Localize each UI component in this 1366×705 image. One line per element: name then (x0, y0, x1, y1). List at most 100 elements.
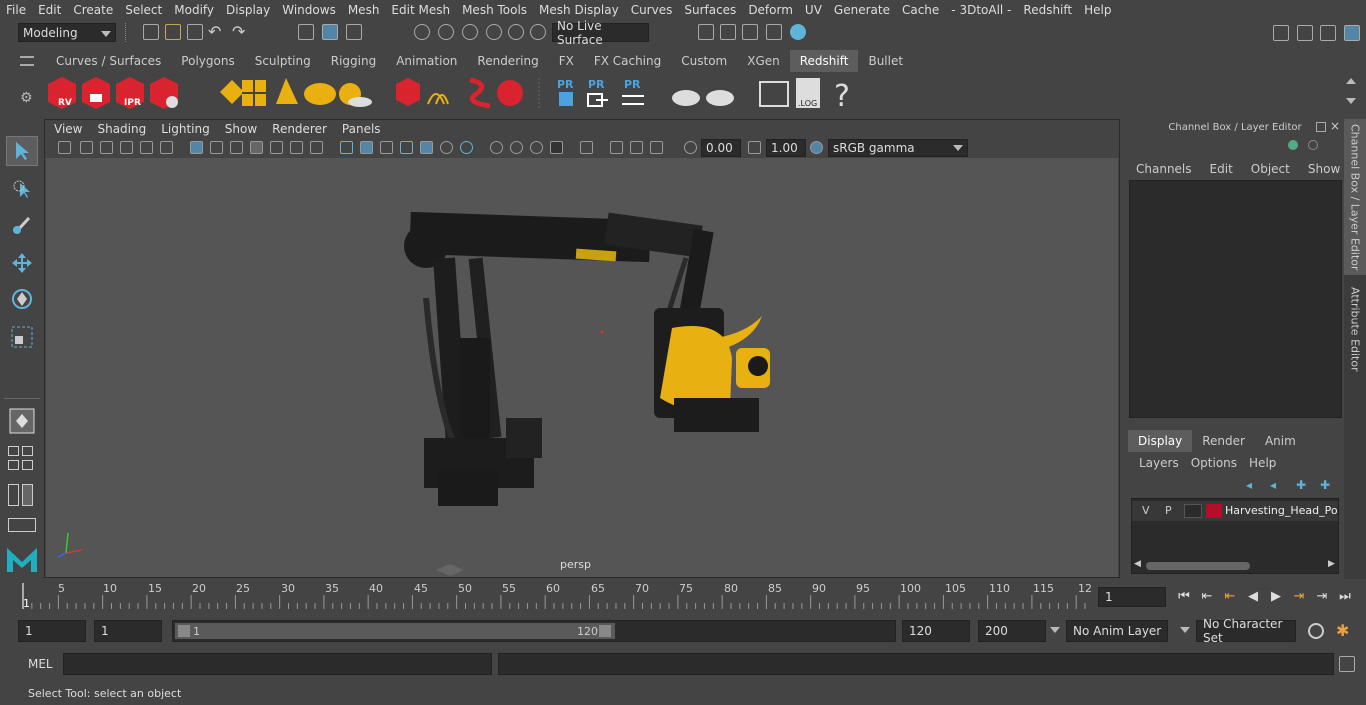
redshift-spot-light-icon[interactable] (276, 78, 298, 104)
rotate-tool-icon[interactable] (6, 284, 38, 314)
layer-color-swatch[interactable] (1206, 504, 1222, 518)
panel-menu-shading[interactable]: Shading (89, 122, 153, 136)
xray-icon[interactable] (580, 141, 593, 154)
tab-channel-box-layer-editor[interactable]: Channel Box / Layer Editor (1344, 119, 1366, 275)
resolution-gate-icon[interactable] (230, 141, 243, 154)
menu-curves[interactable]: Curves (625, 3, 679, 17)
panel-menu-renderer[interactable]: Renderer (264, 122, 334, 136)
start-time-field[interactable]: 1 (18, 620, 86, 642)
redshift-log-icon[interactable]: .LOG (796, 78, 820, 108)
snap-view-icon[interactable] (486, 24, 502, 40)
save-scene-icon[interactable] (187, 24, 203, 40)
redshift-proxy-box-icon[interactable] (220, 80, 244, 104)
redshift-ipr-icon[interactable]: IPR (116, 77, 144, 109)
chevron-down-icon[interactable] (1180, 627, 1190, 633)
animation-preferences-icon[interactable]: ✱ (1336, 621, 1349, 640)
grid-icon[interactable] (190, 141, 203, 154)
play-forwards-icon[interactable]: ▶ (1268, 588, 1284, 604)
paint-select-tool-icon[interactable] (6, 210, 38, 240)
current-time-indicator[interactable] (22, 583, 24, 609)
redshift-proxy-swap-icon[interactable]: PR (622, 78, 644, 105)
tab-bullet[interactable]: Bullet (858, 50, 913, 72)
scale-tool-icon[interactable] (6, 322, 38, 352)
layer-type-toggle[interactable] (1184, 504, 1202, 518)
tab-redshift[interactable]: Redshift (789, 50, 859, 72)
tab-animation[interactable]: Animation (386, 50, 467, 72)
redshift-render-view-icon[interactable]: RV (48, 77, 76, 109)
auto-key-icon[interactable] (1308, 623, 1324, 639)
edit-menu[interactable]: Edit (1210, 162, 1233, 176)
tab-custom[interactable]: Custom (671, 50, 737, 72)
safe-action-icon[interactable] (290, 141, 303, 154)
panel-menu-show[interactable]: Show (217, 122, 264, 136)
step-back-key-icon[interactable]: ⇤ (1222, 588, 1238, 604)
viewport-3d[interactable]: persp (46, 158, 1118, 577)
tab-sculpting[interactable]: Sculpting (245, 50, 321, 72)
view-cube-icon[interactable] (436, 564, 464, 576)
step-forward-key-icon[interactable]: ⇥ (1291, 588, 1307, 604)
2d-pan-zoom-icon[interactable] (140, 141, 153, 154)
shelf-scroll-down-icon[interactable] (1346, 98, 1356, 104)
lasso-tool-icon[interactable] (6, 174, 38, 204)
layout-outliner-icon[interactable] (8, 518, 36, 532)
menu-cache[interactable]: Cache (896, 3, 945, 17)
anim-layer-dropdown[interactable]: No Anim Layer (1066, 620, 1168, 642)
menu-edit[interactable]: Edit (32, 3, 67, 17)
redshift-proxy-export-icon[interactable]: PR (557, 78, 574, 106)
tab-fx[interactable]: FX (549, 50, 584, 72)
screen-space-ao-icon[interactable] (460, 141, 473, 154)
script-editor-icon[interactable] (1339, 656, 1355, 672)
menu-select[interactable]: Select (119, 3, 168, 17)
new-layer-icon[interactable]: ✚ (1296, 478, 1306, 492)
menu-modify[interactable]: Modify (168, 3, 220, 17)
float-panel-icon[interactable] (1316, 122, 1326, 132)
redshift-sphere-icon[interactable] (497, 80, 523, 106)
channel-box-toggle-icon[interactable] (1344, 25, 1360, 41)
workspace-icon[interactable] (1273, 25, 1289, 41)
menu-mesh[interactable]: Mesh (342, 3, 386, 17)
menu-mesh-display[interactable]: Mesh Display (533, 3, 625, 17)
select-tool-icon[interactable] (6, 136, 38, 166)
channel-key-icon[interactable] (1288, 140, 1298, 150)
new-scene-icon[interactable] (143, 24, 159, 40)
gate-mask-icon[interactable] (250, 141, 263, 154)
image-plane-icon[interactable] (120, 141, 133, 154)
camera-attributes-icon[interactable] (80, 141, 93, 154)
menu-generate[interactable]: Generate (828, 3, 896, 17)
layer-scrollbar[interactable]: ◀ ▶ (1134, 559, 1336, 571)
redshift-tiles-icon[interactable] (242, 80, 266, 106)
tab-rendering[interactable]: Rendering (467, 50, 548, 72)
redshift-dome-light-icon[interactable] (304, 83, 336, 105)
wireframe-on-shaded-icon[interactable] (380, 141, 393, 154)
open-scene-icon[interactable] (165, 24, 181, 40)
current-frame-field[interactable]: 1 (1098, 587, 1166, 607)
use-all-lights-icon[interactable] (420, 141, 433, 154)
color-management-icon[interactable] (810, 141, 823, 154)
gamma-field[interactable]: 1.00 (766, 139, 806, 157)
shelf-scroll-up-icon[interactable] (1346, 78, 1356, 84)
modeling-toolkit-icon[interactable] (1297, 25, 1313, 41)
hypershade-icon[interactable] (790, 24, 806, 40)
snap-grid-icon[interactable] (414, 24, 430, 40)
channel-list[interactable] (1129, 180, 1342, 418)
harvester-crane-model[interactable] (46, 158, 1118, 577)
textured-icon[interactable] (400, 141, 413, 154)
ipr-render-icon[interactable] (742, 24, 758, 40)
xray-joints-icon[interactable] (610, 141, 623, 154)
playback-end-field[interactable]: 120 (902, 620, 970, 642)
options-menu[interactable]: Options (1191, 456, 1237, 470)
menu-display[interactable]: Display (220, 3, 276, 17)
select-component-icon[interactable] (346, 24, 362, 40)
menu-create[interactable]: Create (67, 3, 119, 17)
shadows-icon[interactable] (440, 141, 453, 154)
bookmark-icon[interactable] (100, 141, 113, 154)
multisample-aa-icon[interactable] (510, 141, 523, 154)
command-input[interactable] (63, 653, 492, 675)
tab-rigging[interactable]: Rigging (321, 50, 386, 72)
redshift-script-editor-icon[interactable] (759, 81, 789, 107)
new-layer-from-selection-icon[interactable]: ✚ (1320, 478, 1330, 492)
object-menu[interactable]: Object (1251, 162, 1290, 176)
layer-name[interactable]: Harvesting_Head_Pons (1225, 504, 1337, 517)
field-chart-icon[interactable] (270, 141, 283, 154)
safe-title-icon[interactable] (310, 141, 323, 154)
